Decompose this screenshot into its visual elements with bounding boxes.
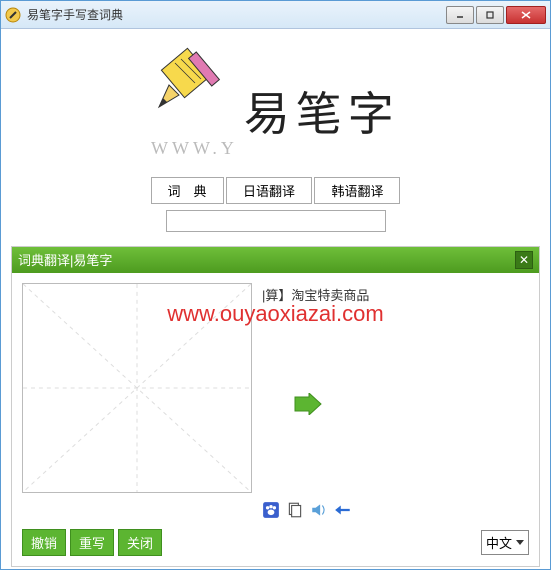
app-window: 易笔字手写查词典 易笔字 WWW.Y 词 典 日语翻译 韩语翻译 [0, 0, 551, 570]
search-input[interactable] [166, 210, 386, 232]
tab-japanese[interactable]: 日语翻译 [226, 177, 312, 204]
maximize-button[interactable] [476, 6, 504, 24]
window-buttons [446, 6, 546, 24]
rewrite-button[interactable]: 重写 [70, 529, 114, 556]
panel-title: 词典翻译|易笔字 [18, 250, 515, 269]
logo-area: 易笔字 WWW.Y [11, 45, 540, 159]
translate-panel: 词典翻译|易笔字 ✕ www.ouyaoxiazai.com |算】淘宝特卖商品 [11, 246, 540, 567]
logo-text: 易笔字 [244, 78, 400, 144]
result-text: |算】淘宝特卖商品 [262, 283, 529, 493]
handwriting-canvas[interactable] [22, 283, 252, 493]
close-button[interactable] [506, 6, 546, 24]
tab-dictionary[interactable]: 词 典 [151, 177, 224, 204]
bottom-row: 撤销 重写 关闭 中文 [22, 529, 529, 556]
titlebar: 易笔字手写查词典 [1, 1, 550, 29]
window-title: 易笔字手写查词典 [27, 6, 446, 23]
panel-header: 词典翻译|易笔字 ✕ [12, 247, 539, 273]
language-selected: 中文 [486, 533, 512, 552]
minimize-button[interactable] [446, 6, 474, 24]
undo-button[interactable]: 撤销 [22, 529, 66, 556]
language-select[interactable]: 中文 [481, 530, 529, 555]
search-bar [11, 210, 540, 232]
pencil-logo-icon [151, 45, 231, 115]
close-panel-button[interactable]: 关闭 [118, 529, 162, 556]
panel-body: www.ouyaoxiazai.com |算】淘宝特卖商品 [12, 273, 539, 566]
icon-row [22, 501, 529, 519]
content: 易笔字 WWW.Y 词 典 日语翻译 韩语翻译 词典翻译|易笔字 ✕ www.o… [1, 29, 550, 569]
tab-korean[interactable]: 韩语翻译 [314, 177, 400, 204]
back-icon[interactable] [334, 501, 352, 519]
copy-icon[interactable] [286, 501, 304, 519]
tab-bar: 词 典 日语翻译 韩语翻译 [11, 177, 540, 204]
sound-icon[interactable] [310, 501, 328, 519]
app-icon [5, 7, 21, 23]
upper-row: |算】淘宝特卖商品 [22, 283, 529, 493]
panel-close-button[interactable]: ✕ [515, 251, 533, 269]
chevron-down-icon [516, 538, 524, 546]
submit-arrow-button[interactable] [293, 393, 323, 415]
paw-icon[interactable] [262, 501, 280, 519]
